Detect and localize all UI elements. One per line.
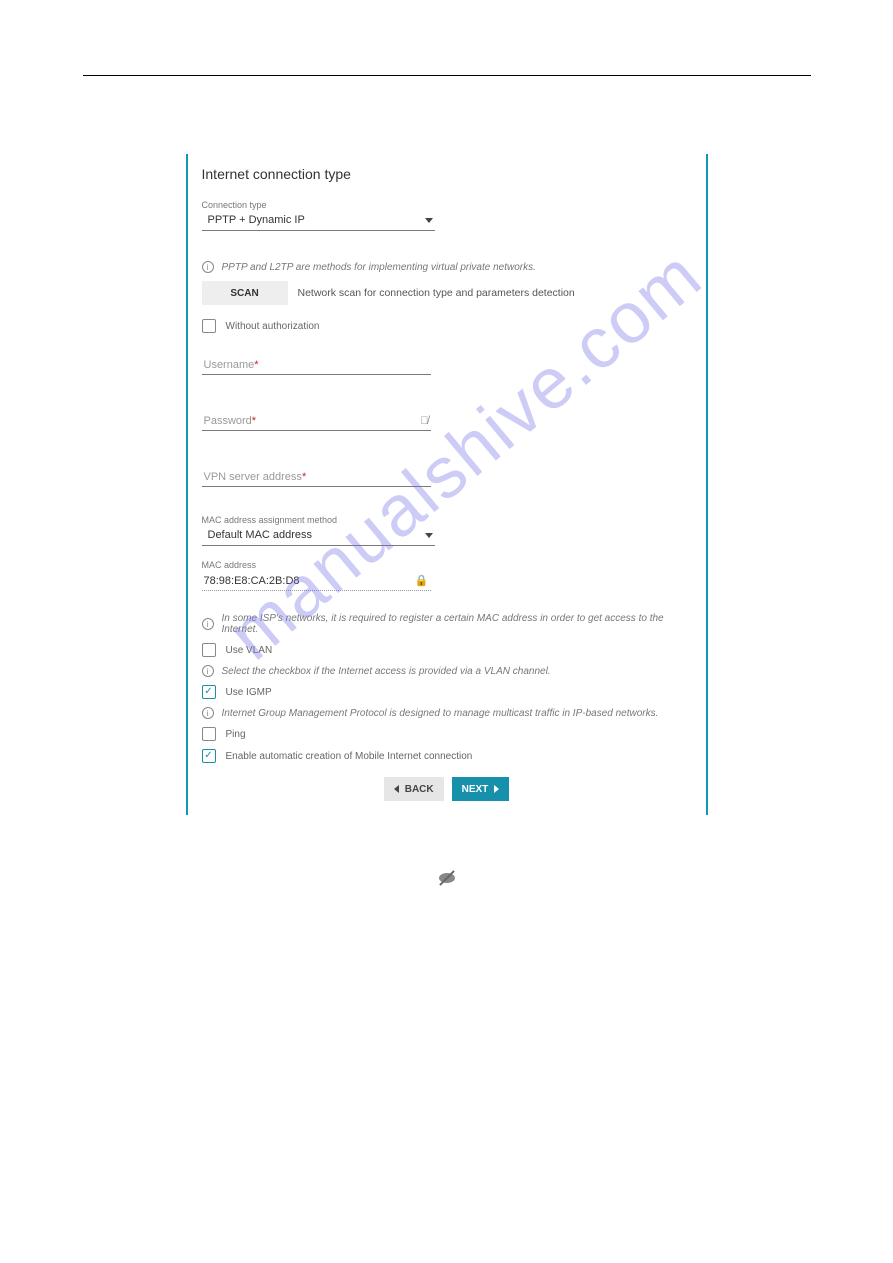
password-input[interactable]: Password* 👁̸	[202, 403, 431, 431]
vpn-server-placeholder: VPN server address*	[204, 471, 307, 483]
next-label: NEXT	[462, 784, 489, 795]
chevron-left-icon	[394, 785, 399, 793]
mac-address-field: 78:98:E8:CA:2B:D8 🔒	[202, 572, 431, 591]
ping-checkbox[interactable]: Ping	[202, 727, 692, 741]
connection-type-value: PPTP + Dynamic IP	[208, 214, 305, 226]
checkbox-icon	[202, 319, 216, 333]
scan-description: Network scan for connection type and par…	[298, 287, 575, 299]
chevron-down-icon	[425, 533, 433, 538]
info-igmp-text: Internet Group Management Protocol is de…	[222, 708, 659, 719]
mac-method-select[interactable]: Default MAC address	[202, 527, 435, 546]
info-mac-text: In some ISP's networks, it is required t…	[222, 613, 692, 635]
info-icon: i	[202, 665, 214, 677]
info-vpn-text: PPTP and L2TP are methods for implementi…	[222, 262, 536, 273]
lock-icon: 🔒	[415, 574, 429, 587]
checkbox-checked-icon: ✓	[202, 685, 216, 699]
vpn-server-input[interactable]: VPN server address*	[202, 459, 431, 487]
connection-type-select[interactable]: PPTP + Dynamic IP	[202, 212, 435, 231]
info-icon: i	[202, 261, 214, 273]
eye-off-icon[interactable]: 👁̸	[420, 415, 428, 427]
scan-button[interactable]: SCAN	[202, 281, 288, 305]
mac-method-value: Default MAC address	[208, 529, 313, 541]
use-igmp-label: Use IGMP	[226, 687, 272, 698]
eye-off-icon	[439, 870, 455, 886]
mac-address-label: MAC address	[202, 560, 692, 570]
panel-title: Internet connection type	[202, 166, 692, 182]
mac-address-value: 78:98:E8:CA:2B:D8	[204, 575, 300, 587]
horizontal-rule	[83, 75, 811, 76]
info-icon: i	[202, 618, 214, 630]
chevron-down-icon	[425, 218, 433, 223]
username-input[interactable]: Username*	[202, 347, 431, 375]
checkbox-icon	[202, 643, 216, 657]
next-button[interactable]: NEXT	[452, 777, 510, 801]
info-icon: i	[202, 707, 214, 719]
auto-mobile-checkbox[interactable]: ✓ Enable automatic creation of Mobile In…	[202, 749, 692, 763]
internet-connection-panel: Internet connection type Connection type…	[186, 154, 708, 815]
mac-method-label: MAC address assignment method	[202, 515, 692, 525]
use-igmp-checkbox[interactable]: ✓ Use IGMP	[202, 685, 692, 699]
info-vlan-text: Select the checkbox if the Internet acce…	[222, 666, 551, 677]
chevron-right-icon	[494, 785, 499, 793]
without-authorization-checkbox[interactable]: Without authorization	[202, 319, 692, 333]
username-placeholder: Username*	[204, 359, 259, 371]
use-vlan-label: Use VLAN	[226, 645, 273, 656]
checkbox-checked-icon: ✓	[202, 749, 216, 763]
connection-type-label: Connection type	[202, 200, 692, 210]
use-vlan-checkbox[interactable]: Use VLAN	[202, 643, 692, 657]
back-label: BACK	[405, 784, 434, 795]
checkbox-icon	[202, 727, 216, 741]
auto-mobile-label: Enable automatic creation of Mobile Inte…	[226, 751, 473, 762]
back-button[interactable]: BACK	[384, 777, 444, 801]
without-authorization-label: Without authorization	[226, 321, 320, 332]
ping-label: Ping	[226, 729, 246, 740]
password-placeholder: Password*	[204, 415, 257, 427]
